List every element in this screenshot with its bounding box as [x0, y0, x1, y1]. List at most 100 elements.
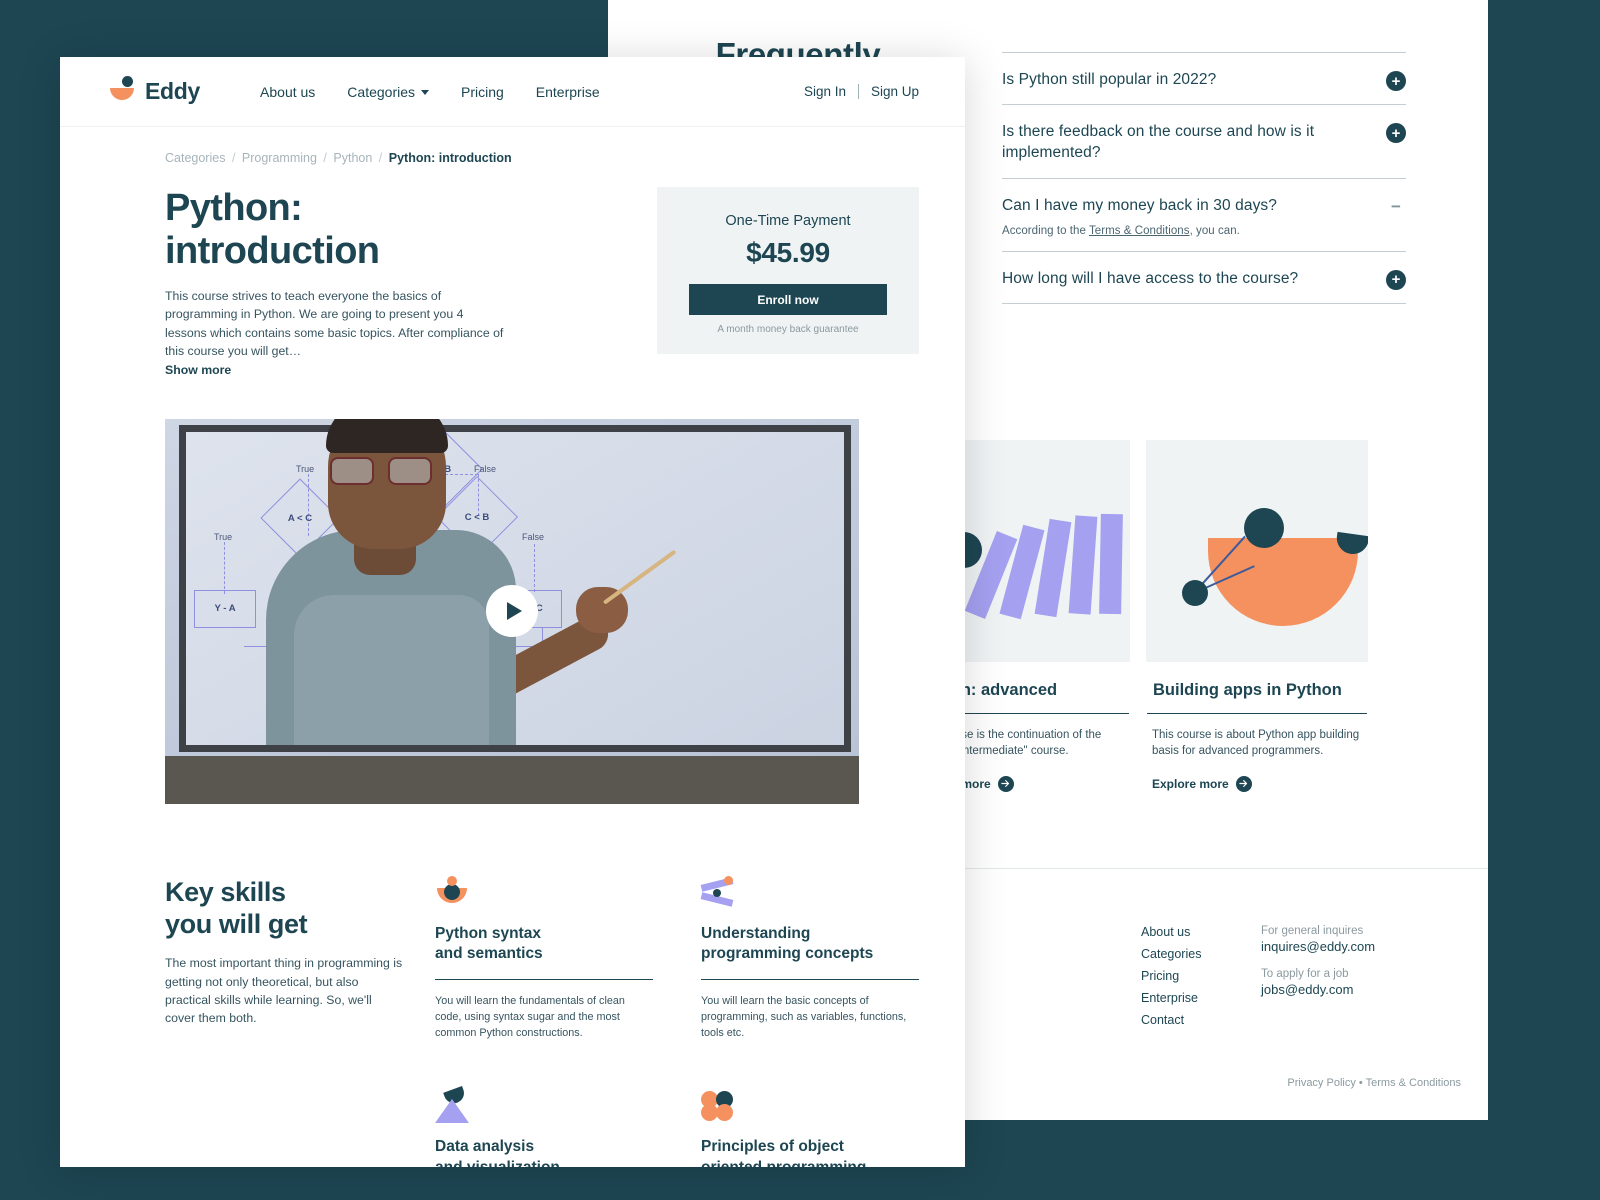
skill-title-line2: programming concepts — [701, 945, 874, 963]
course-card-description: This course is about Python app building… — [1152, 729, 1360, 758]
data-analysis-icon — [435, 1086, 653, 1124]
site-footer: About us Categories Pricing Enterprise C… — [1141, 925, 1461, 1027]
play-button[interactable] — [486, 585, 538, 638]
course-card-title: Building apps in Python — [1147, 662, 1367, 714]
sign-up-link[interactable]: Sign Up — [871, 84, 919, 99]
skill-description: You will learn the basic concepts of pro… — [701, 994, 907, 1039]
oop-icon — [701, 1089, 919, 1123]
explore-more-label: Explore more — [1152, 776, 1229, 791]
faq-answer-prefix: According to the — [1002, 224, 1089, 237]
chevron-down-icon — [421, 90, 429, 95]
footer-contact-block: For general inquires inquires@eddy.com T… — [1261, 925, 1375, 1027]
nav-item-enterprise[interactable]: Enterprise — [536, 84, 600, 100]
faq-list: Is Python still popular in 2022? + Is th… — [1002, 52, 1406, 305]
footer-link-categories[interactable]: Categories — [1141, 947, 1261, 961]
faq-answer: According to the Terms & Conditions, you… — [1002, 225, 1406, 237]
skill-title-line1: Python syntax — [435, 924, 541, 942]
key-skills-heading-line1: Key skills — [165, 876, 286, 907]
brand-logo[interactable]: Eddy — [110, 75, 201, 108]
course-summary: Python: introduction This course strives… — [165, 187, 565, 377]
auth-divider — [857, 84, 859, 99]
nav-item-categories[interactable]: Categories — [347, 84, 429, 100]
skill-title-line1: Principles of object — [701, 1138, 844, 1156]
faq-expand-icon[interactable]: + — [1386, 71, 1406, 91]
breadcrumb-item-categories[interactable]: Categories — [165, 151, 225, 165]
play-icon — [506, 602, 522, 621]
faq-item[interactable]: How long will I have access to the cours… — [1002, 250, 1406, 305]
python-syntax-icon — [435, 875, 653, 910]
nav-item-about-us[interactable]: About us — [260, 84, 315, 100]
enroll-now-button[interactable]: Enroll now — [689, 284, 887, 315]
course-description: This course strives to teach everyone th… — [165, 288, 504, 359]
footer-link-about-us[interactable]: About us — [1141, 925, 1261, 939]
nav-item-pricing[interactable]: Pricing — [461, 84, 504, 100]
skill-title: Data analysis and visualization — [435, 1137, 653, 1167]
skill-item-data-analysis: Data analysis and visualization You will… — [435, 1086, 653, 1167]
skill-title-line1: Understanding — [701, 924, 811, 942]
footer-link-contact[interactable]: Contact — [1141, 1013, 1261, 1027]
skill-item-python-syntax: Python syntax and semantics You will lea… — [435, 875, 653, 1041]
course-hero: Python: introduction This course strives… — [60, 165, 965, 377]
nav-item-categories-label: Categories — [347, 83, 415, 100]
legal-bullet: • — [1358, 1077, 1363, 1089]
skill-title: Python syntax and semantics — [435, 924, 653, 980]
general-inquires-email[interactable]: inquires@eddy.com — [1261, 939, 1375, 954]
privacy-policy-link[interactable]: Privacy Policy — [1287, 1077, 1355, 1089]
footer-link-pricing[interactable]: Pricing — [1141, 969, 1261, 983]
faq-question: Is Python still popular in 2022? — [1002, 71, 1217, 88]
skill-title: Understanding programming concepts — [701, 924, 919, 980]
faq-expand-icon[interactable]: + — [1386, 269, 1406, 290]
related-courses-list: Python: advanced This course is the cont… — [908, 440, 1468, 792]
main-nav-links: About us Categories Pricing Enterprise — [260, 84, 600, 100]
skill-title-line2: and visualization — [435, 1159, 560, 1167]
course-video-preview[interactable]: A < B True False A < C True False C < B … — [165, 418, 859, 804]
faq-expand-icon[interactable]: + — [1386, 123, 1406, 144]
footer-nav-links: About us Categories Pricing Enterprise C… — [1141, 925, 1261, 1027]
key-skills-heading: Key skills you will get — [165, 876, 431, 941]
skill-title-line2: and semantics — [435, 945, 543, 963]
brand-name: Eddy — [145, 78, 201, 104]
arrow-right-icon — [1235, 775, 1252, 792]
jobs-email[interactable]: jobs@eddy.com — [1261, 982, 1375, 997]
course-detail-page: Eddy About us Categories Pricing Enterpr… — [60, 57, 965, 1167]
page-title-line2: introduction — [165, 229, 380, 272]
faq-item[interactable]: Is Python still popular in 2022? + — [1002, 52, 1406, 104]
faq-item[interactable]: Can I have my money back in 30 days? Acc… — [1002, 177, 1406, 251]
key-skills-intro: Key skills you will get The most importa… — [165, 876, 431, 1167]
key-skills-heading-line2: you will get — [165, 909, 308, 940]
faq-collapse-icon[interactable]: − — [1386, 197, 1406, 217]
faq-answer-suffix: , you can. — [1189, 224, 1240, 237]
course-price: $45.99 — [746, 237, 830, 268]
skill-title-line1: Data analysis — [435, 1138, 535, 1156]
key-skills-description: The most important thing in programming … — [165, 956, 403, 1025]
skill-description: You will learn the fundamentals of clean… — [435, 994, 625, 1039]
key-skills-grid: Python syntax and semantics You will lea… — [435, 875, 919, 1167]
breadcrumb-separator: / — [378, 151, 383, 165]
terms-conditions-link[interactable]: Terms & Conditions — [1366, 1077, 1461, 1089]
terms-conditions-link[interactable]: Terms & Conditions — [1089, 225, 1190, 237]
course-card-building-apps[interactable]: Building apps in Python This course is a… — [1146, 440, 1368, 792]
sign-in-link[interactable]: Sign In — [804, 84, 846, 99]
programming-concepts-icon — [700, 875, 919, 910]
payment-type-label: One-Time Payment — [725, 213, 851, 229]
breadcrumb-item-python[interactable]: Python — [333, 151, 372, 165]
skill-title-line2: oriented programming — [701, 1159, 866, 1167]
faq-question: Is there feedback on the course and how … — [1002, 123, 1315, 162]
screenshot-stage: Frequently Is Python still popular in 20… — [0, 0, 1600, 1200]
faq-item[interactable]: Is there feedback on the course and how … — [1002, 104, 1406, 177]
page-title: Python: introduction — [165, 187, 565, 273]
auth-links: Sign In Sign Up — [804, 84, 919, 99]
explore-more-link[interactable]: Explore more — [1146, 760, 1368, 792]
top-navbar: Eddy About us Categories Pricing Enterpr… — [60, 57, 965, 127]
breadcrumb-item-programming[interactable]: Programming — [242, 151, 317, 165]
general-inquires-label: For general inquires — [1261, 925, 1364, 937]
skill-title: Principles of object oriented programmin… — [701, 1137, 919, 1167]
pricing-card: One-Time Payment $45.99 Enroll now A mon… — [657, 187, 919, 354]
breadcrumb: Categories / Programming / Python / Pyth… — [60, 127, 965, 165]
footer-link-enterprise[interactable]: Enterprise — [1141, 991, 1261, 1005]
pendulum-illustration — [1146, 440, 1368, 662]
breadcrumb-separator: / — [323, 151, 327, 165]
breadcrumb-separator: / — [231, 151, 236, 165]
money-back-guarantee-note: A month money back guarantee — [717, 324, 859, 335]
show-more-button[interactable]: Show more — [165, 363, 565, 377]
